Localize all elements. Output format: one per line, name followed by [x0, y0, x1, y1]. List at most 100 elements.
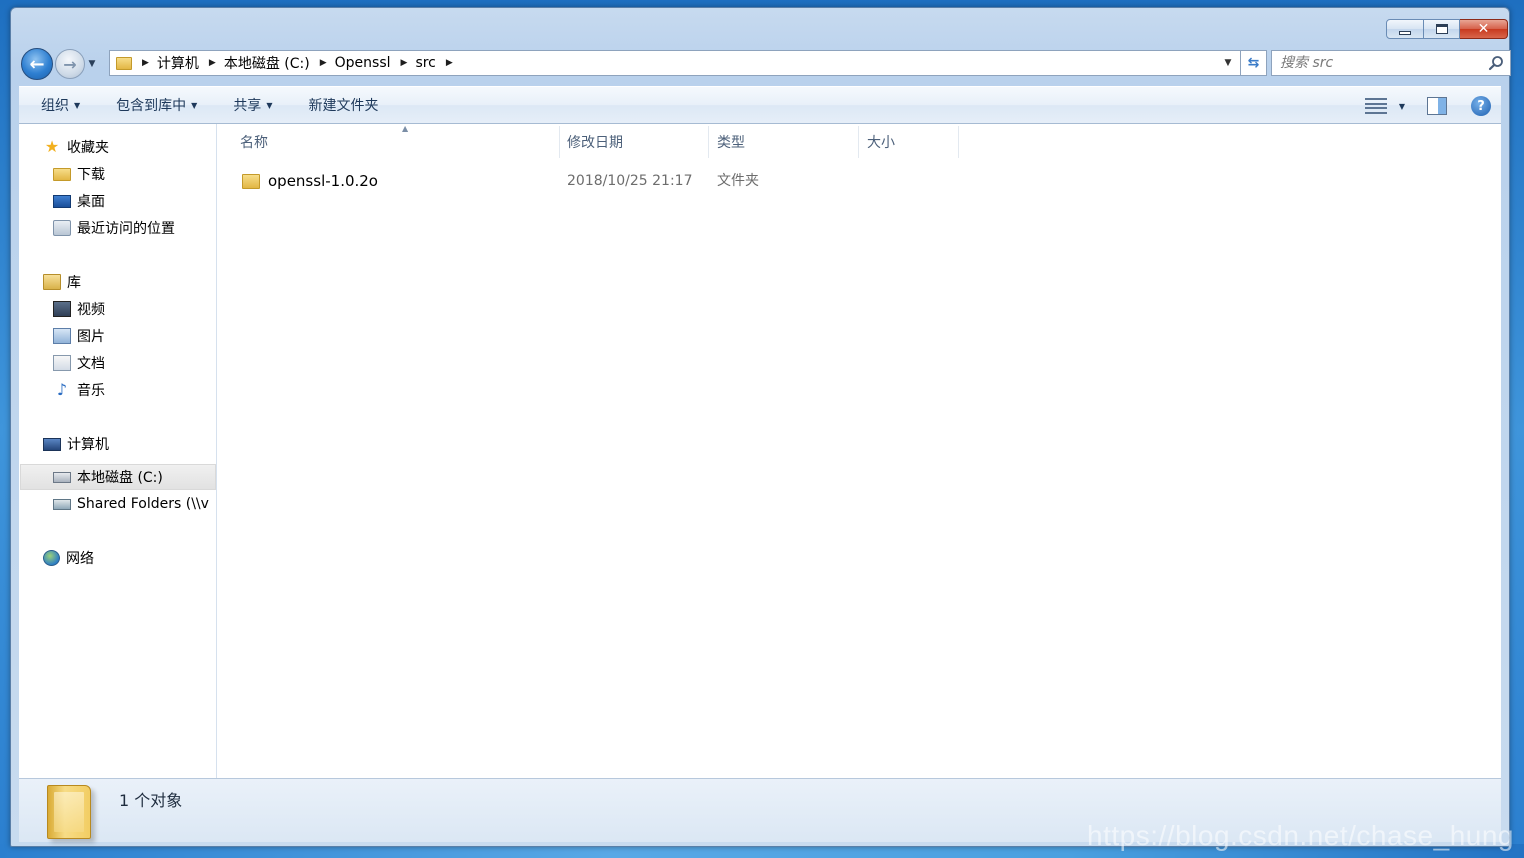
share-label: 共享 — [233, 98, 262, 114]
search-input[interactable] — [1280, 55, 1480, 71]
nav-computer-label: 计算机 — [67, 437, 109, 453]
nav-network-label: 网络 — [66, 551, 94, 567]
new-folder-button[interactable]: 新建文件夹 — [296, 90, 390, 120]
nav-item-documents[interactable]: 文档 — [53, 350, 105, 376]
maximize-button[interactable] — [1424, 19, 1460, 39]
recent-places-icon — [53, 220, 71, 236]
explorer-window: ✕ ← → ▼ ▶ 计算机 ▶ 本地磁盘 (C:) ▶ Openssl ▶ sr… — [10, 7, 1511, 847]
search-icon[interactable] — [1488, 55, 1504, 71]
forward-arrow-icon: → — [63, 54, 77, 74]
nav-network[interactable]: 网络 — [43, 545, 94, 571]
navigation-row: ← → ▼ ▶ 计算机 ▶ 本地磁盘 (C:) ▶ Openssl ▶ src … — [21, 48, 1511, 80]
nav-item-shared-folders[interactable]: Shared Folders (\\v — [53, 491, 209, 517]
nav-item-label: 下载 — [77, 167, 105, 183]
nav-item-label: 图片 — [77, 329, 105, 345]
network-icon — [43, 550, 60, 566]
organize-button[interactable]: 组织 ▼ — [29, 90, 92, 120]
breadcrumb-separator-icon[interactable]: ▶ — [320, 58, 327, 68]
sort-ascending-icon: ▲ — [402, 124, 409, 133]
back-button[interactable]: ← — [21, 48, 53, 80]
recent-pages-dropdown[interactable]: ▼ — [85, 48, 99, 80]
documents-icon — [53, 355, 71, 371]
star-icon: ★ — [44, 137, 60, 156]
nav-item-label: Shared Folders (\\v — [77, 496, 209, 512]
address-bar[interactable]: ▶ 计算机 ▶ 本地磁盘 (C:) ▶ Openssl ▶ src ▶ ▼ — [109, 50, 1241, 76]
organize-label: 组织 — [41, 98, 69, 114]
breadcrumb-separator-icon[interactable]: ▶ — [401, 58, 408, 68]
nav-libraries[interactable]: 库 — [43, 269, 81, 295]
nav-item-label: 桌面 — [77, 194, 105, 210]
nav-item-downloads[interactable]: 下载 — [53, 161, 105, 187]
chevron-down-icon: ▼ — [88, 59, 96, 69]
help-icon[interactable]: ? — [1471, 96, 1491, 116]
nav-item-label: 文档 — [77, 356, 105, 372]
chevron-down-icon[interactable]: ▼ — [1399, 102, 1405, 111]
nav-item-label: 本地磁盘 (C:) — [77, 470, 163, 486]
view-controls: ▼ ? — [1364, 87, 1491, 125]
file-name[interactable]: openssl-1.0.2o — [268, 168, 378, 194]
nav-item-desktop[interactable]: 桌面 — [53, 188, 105, 214]
column-header-name[interactable]: 名称 ▲ — [232, 124, 560, 158]
minimize-button[interactable] — [1386, 19, 1424, 39]
breadcrumb-separator-icon[interactable]: ▶ — [446, 58, 453, 68]
address-history-dropdown[interactable]: ▼ — [1220, 51, 1236, 75]
breadcrumb-src[interactable]: src — [415, 55, 435, 71]
preview-pane-icon[interactable] — [1427, 97, 1447, 115]
large-folder-icon — [47, 785, 91, 839]
desktop-icon — [53, 194, 71, 208]
nav-libraries-label: 库 — [67, 275, 81, 291]
column-header-type[interactable]: 类型 — [709, 126, 859, 158]
pictures-icon — [53, 328, 71, 344]
file-list[interactable]: 名称 ▲ 修改日期 类型 大小 openssl-1.0.2o 2018/10/2… — [218, 124, 1501, 778]
computer-icon — [43, 437, 61, 451]
chevron-down-icon: ▼ — [266, 100, 273, 110]
breadcrumb-local-disk[interactable]: 本地磁盘 (C:) — [224, 53, 310, 73]
column-header-modified[interactable]: 修改日期 — [559, 126, 709, 158]
item-count: 1 个对象 — [119, 791, 183, 810]
nav-favorites-label: 收藏夹 — [67, 140, 109, 156]
table-row[interactable] — [242, 168, 268, 194]
nav-item-label: 音乐 — [77, 383, 105, 399]
maximize-icon — [1435, 24, 1448, 34]
nav-item-videos[interactable]: 视频 — [53, 296, 105, 322]
change-view-icon[interactable] — [1364, 98, 1387, 114]
main-area: ★ 收藏夹 下载 桌面 最近访问的位置 库 视频 图片 文档 ♪ 音乐 计算机 … — [19, 124, 1501, 778]
library-icon — [43, 274, 61, 290]
breadcrumb-openssl[interactable]: Openssl — [335, 55, 391, 71]
close-button[interactable]: ✕ — [1460, 19, 1508, 39]
nav-favorites[interactable]: ★ 收藏夹 — [43, 134, 109, 160]
downloads-folder-icon — [53, 167, 71, 181]
nav-item-recent-places[interactable]: 最近访问的位置 — [53, 215, 175, 241]
column-type-label: 类型 — [717, 135, 745, 151]
back-arrow-icon: ← — [29, 53, 45, 75]
breadcrumb-separator-icon[interactable]: ▶ — [209, 58, 216, 68]
refresh-button[interactable]: ⇆ — [1241, 50, 1267, 76]
caption-buttons: ✕ — [1386, 19, 1508, 39]
search-box[interactable] — [1271, 50, 1511, 76]
nav-item-music[interactable]: ♪ 音乐 — [53, 377, 105, 403]
new-folder-label: 新建文件夹 — [308, 98, 379, 114]
nav-item-label: 视频 — [77, 302, 105, 318]
navigation-pane[interactable]: ★ 收藏夹 下载 桌面 最近访问的位置 库 视频 图片 文档 ♪ 音乐 计算机 … — [19, 124, 217, 778]
include-in-library-label: 包含到库中 — [116, 98, 187, 114]
nav-item-pictures[interactable]: 图片 — [53, 323, 105, 349]
nav-item-label: 最近访问的位置 — [77, 221, 175, 237]
column-size-label: 大小 — [867, 135, 895, 151]
nav-item-local-disk[interactable]: 本地磁盘 (C:) — [20, 464, 216, 490]
breadcrumb-computer[interactable]: 计算机 — [157, 53, 199, 73]
video-icon — [53, 301, 71, 317]
forward-button[interactable]: → — [55, 49, 85, 79]
drive-icon — [53, 471, 71, 483]
watermark: https://blog.csdn.net/chase_hung — [1087, 820, 1514, 851]
include-in-library-button[interactable]: 包含到库中 ▼ — [104, 90, 209, 120]
share-button[interactable]: 共享 ▼ — [221, 90, 284, 120]
file-modified-date: 2018/10/25 21:17 — [567, 173, 693, 189]
file-type: 文件夹 — [717, 173, 759, 189]
refresh-icon: ⇆ — [1247, 55, 1260, 71]
breadcrumb-separator-icon[interactable]: ▶ — [142, 58, 149, 68]
column-header-size[interactable]: 大小 — [859, 126, 959, 158]
command-bar: 组织 ▼ 包含到库中 ▼ 共享 ▼ 新建文件夹 ▼ ? — [19, 86, 1501, 124]
nav-computer[interactable]: 计算机 — [43, 431, 109, 457]
folder-icon — [116, 56, 132, 70]
close-icon: ✕ — [1477, 21, 1490, 37]
